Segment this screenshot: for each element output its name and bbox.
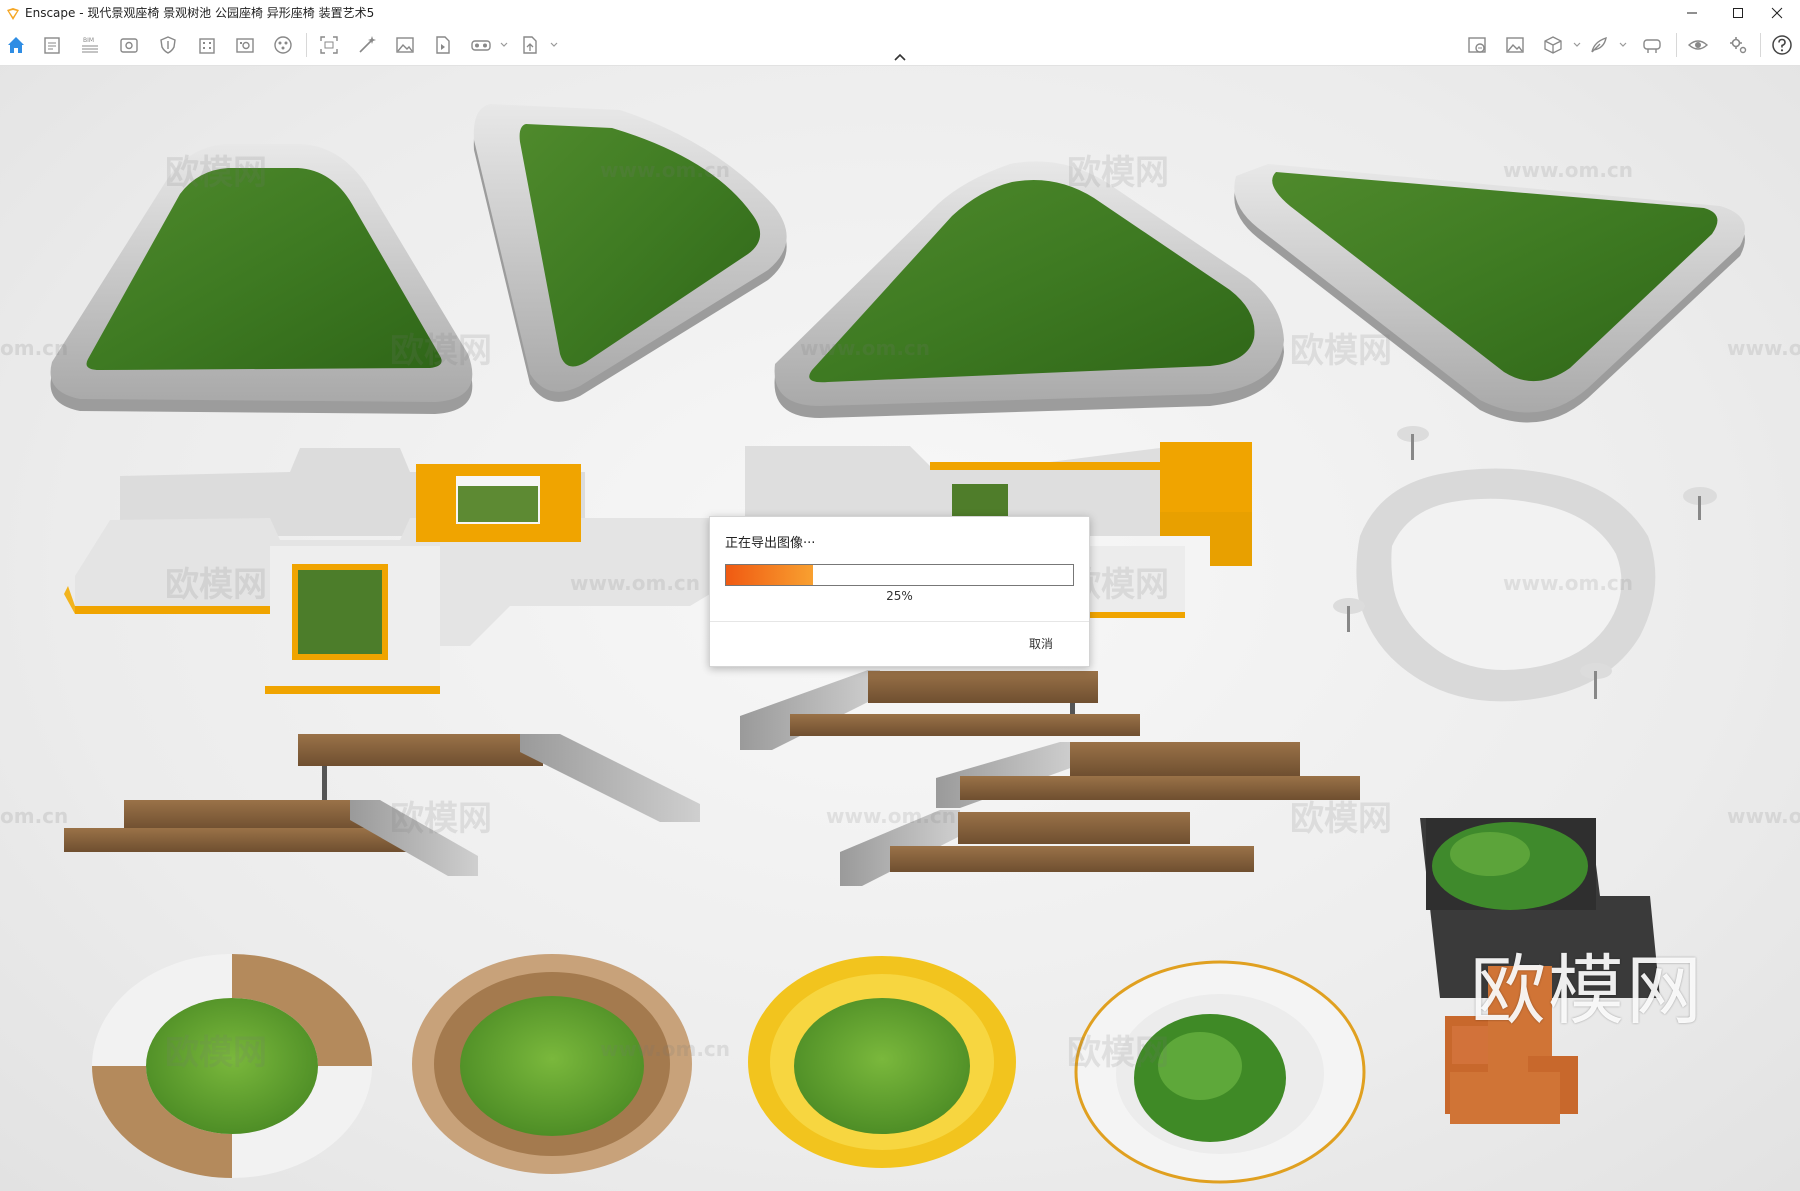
cube-icon[interactable] [1541,33,1565,57]
watermark-url: www.om.cn [800,336,930,360]
watermark-url: www.om.cn [600,1037,730,1061]
watermark-text: 欧模网 [1067,1033,1169,1073]
window-title: Enscape - 现代景观座椅 景观树池 公园座椅 异形座椅 装置艺术5 [25,6,375,20]
watermark-text: 欧模网 [390,799,492,839]
eye-icon[interactable] [1686,33,1710,57]
watermark-text: 欧模网 [1067,153,1169,193]
enscape-logo-icon [6,6,20,25]
shield-icon[interactable] [156,33,180,57]
progress-percent: 25% [886,589,913,603]
view-icon[interactable] [117,33,141,57]
toolbar-separator [1760,33,1761,57]
dialog-divider [710,621,1089,622]
close-button[interactable] [1754,0,1800,25]
progress-bar-fill [726,565,813,585]
material-icon[interactable] [271,33,295,57]
screenshot-icon[interactable] [317,33,341,57]
watermark-text: 欧模网 [1290,799,1392,839]
export-progress-dialog: 正在导出图像··· 25% 取消 [709,516,1090,667]
bim-label: BIM [83,37,94,44]
wood-bench-center [740,670,1360,886]
feather-icon[interactable] [1587,33,1611,57]
curved-ring-seat [1333,426,1717,702]
watermark-url: om.cn [0,804,68,828]
image-icon[interactable] [393,33,417,57]
watermark-url: www.om.cn [826,804,956,828]
planter-triangle-2 [774,161,1284,418]
bim-icon[interactable]: BIM [78,33,102,57]
watermark-url: www.om.cn [600,158,730,182]
title-bar: Enscape - 现代景观座椅 景观树池 公园座椅 异形座椅 装置艺术5 [0,0,1800,25]
vr-headset-icon[interactable] [469,33,493,57]
home-icon[interactable] [4,33,28,57]
video-file-icon[interactable] [431,33,455,57]
export-file-icon[interactable] [518,33,542,57]
planter-triangle-3 [1234,164,1745,423]
vr-headset-icon[interactable] [1640,33,1664,57]
watermark-url: www.om.cn [1503,158,1633,182]
watermark-url: www.om.cn [1727,336,1800,360]
watermark-url: www.om.cn [570,571,700,595]
round-planter-yellow [748,956,1016,1168]
image-gallery-icon[interactable] [1465,33,1489,57]
watermark-url: www.om.cn [1503,571,1633,595]
document-settings-icon[interactable] [40,33,64,57]
dialog-title: 正在导出图像··· [725,536,816,551]
watermark-text: 欧模网 [165,565,267,605]
watermark-text: 欧模网 [390,331,492,371]
media-library-icon[interactable] [233,33,257,57]
chevron-down-icon[interactable] [550,41,558,49]
minimize-button[interactable] [1669,0,1715,25]
collapse-toolbar-chevron-up-icon[interactable] [892,52,908,62]
settings-gear-icon[interactable] [1726,33,1750,57]
chevron-down-icon[interactable] [1573,41,1581,49]
watermark-text: 欧模网 [1290,331,1392,371]
watermark-logo: 欧模网 [1470,946,1704,1035]
wood-bench-left [64,734,700,876]
toolbar-separator [306,33,307,57]
chevron-down-icon[interactable] [1619,41,1627,49]
toolbar-separator [1676,33,1677,57]
building-icon[interactable] [195,33,219,57]
image-icon[interactable] [1503,33,1527,57]
watermark-text: 欧模网 [165,153,267,193]
chevron-down-icon[interactable] [500,41,508,49]
watermark-url: www.om.cn [1727,804,1800,828]
watermark-url: om.cn [0,336,68,360]
watermark-text: 欧模网 [165,1033,267,1073]
planter-triangle-1 [473,104,787,402]
magic-wand-icon[interactable] [355,33,379,57]
help-icon[interactable] [1770,33,1794,57]
round-planter-wood [412,954,692,1174]
cancel-button[interactable]: 取消 [1029,635,1053,652]
progress-bar [725,564,1074,586]
